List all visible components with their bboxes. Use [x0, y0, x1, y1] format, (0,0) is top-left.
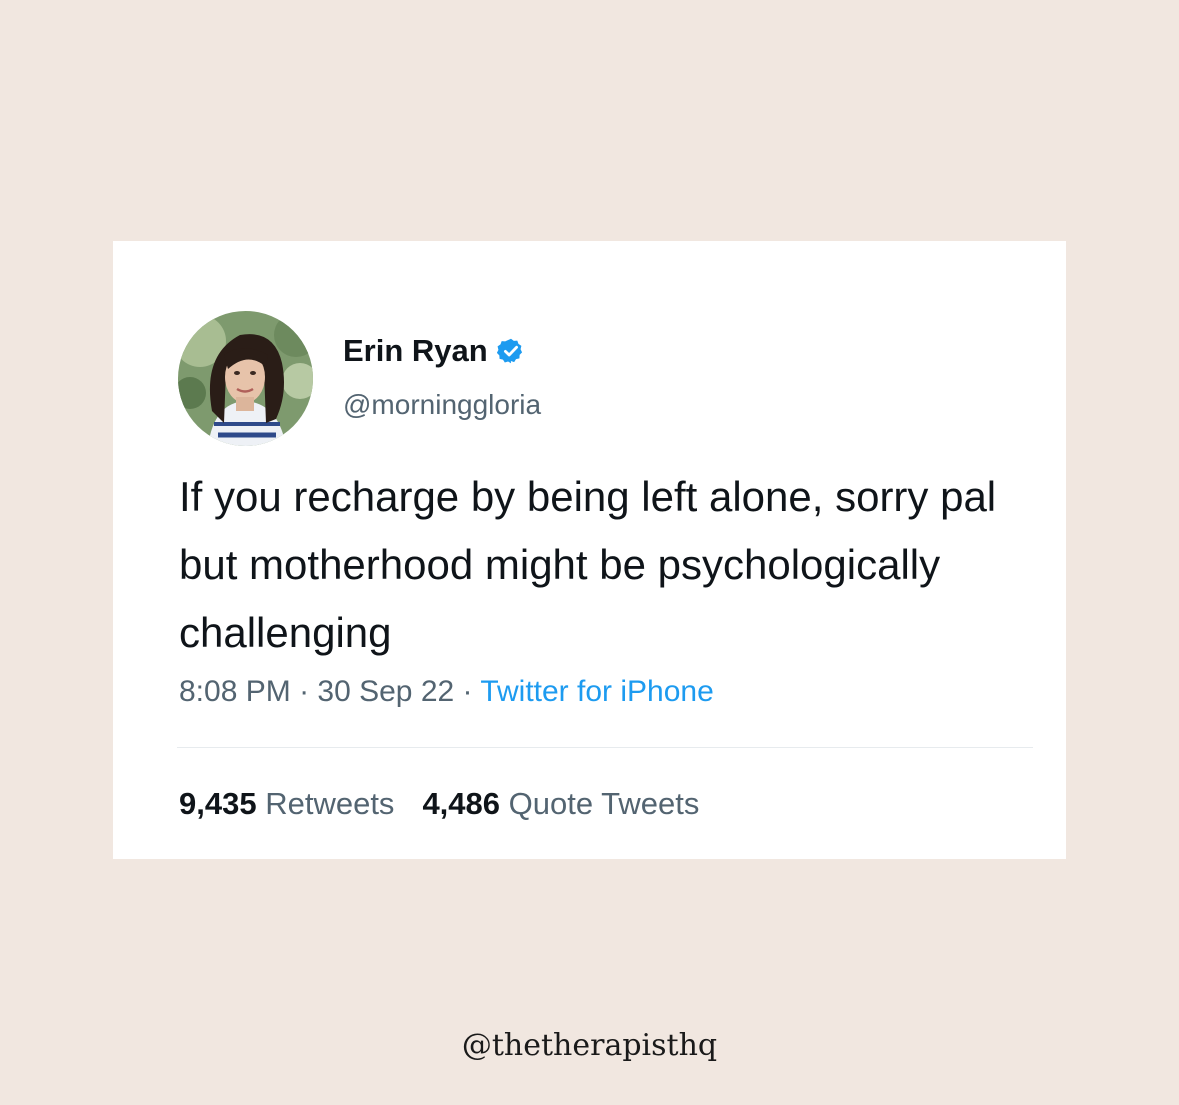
meta-separator: ·	[454, 675, 481, 708]
tweet-stats: 9,435 Retweets 4,486 Quote Tweets	[179, 786, 699, 822]
divider	[177, 747, 1033, 748]
tweet-source-link[interactable]: Twitter for iPhone	[480, 675, 713, 708]
credit-handle: @thetherapisthq	[461, 1028, 718, 1063]
tweet-time[interactable]: 8:08 PM	[179, 675, 291, 708]
retweets-stat[interactable]: 9,435 Retweets	[179, 786, 394, 821]
author-name[interactable]: Erin Ryan	[343, 333, 488, 369]
tweet-card: Erin Ryan @morninggloria If you recharge…	[113, 241, 1066, 859]
tweet-meta: 8:08 PM · 30 Sep 22 · Twitter for iPhone	[179, 675, 714, 709]
retweets-label: Retweets	[265, 786, 395, 821]
avatar-photo	[178, 311, 313, 446]
author-handle[interactable]: @morninggloria	[343, 389, 541, 421]
meta-separator: ·	[290, 675, 318, 708]
tweet-date[interactable]: 30 Sep 22	[317, 675, 454, 708]
quote-tweets-count: 4,486	[422, 786, 501, 821]
retweets-count: 9,435	[179, 786, 257, 821]
author-row: Erin Ryan	[343, 331, 525, 371]
avatar[interactable]	[178, 311, 313, 446]
quote-tweets-label: Quote Tweets	[508, 786, 700, 821]
verified-badge-icon	[496, 337, 525, 365]
tweet-text: If you recharge by being left alone, sor…	[179, 473, 997, 656]
quote-tweets-stat[interactable]: 4,486 Quote Tweets	[422, 786, 699, 821]
